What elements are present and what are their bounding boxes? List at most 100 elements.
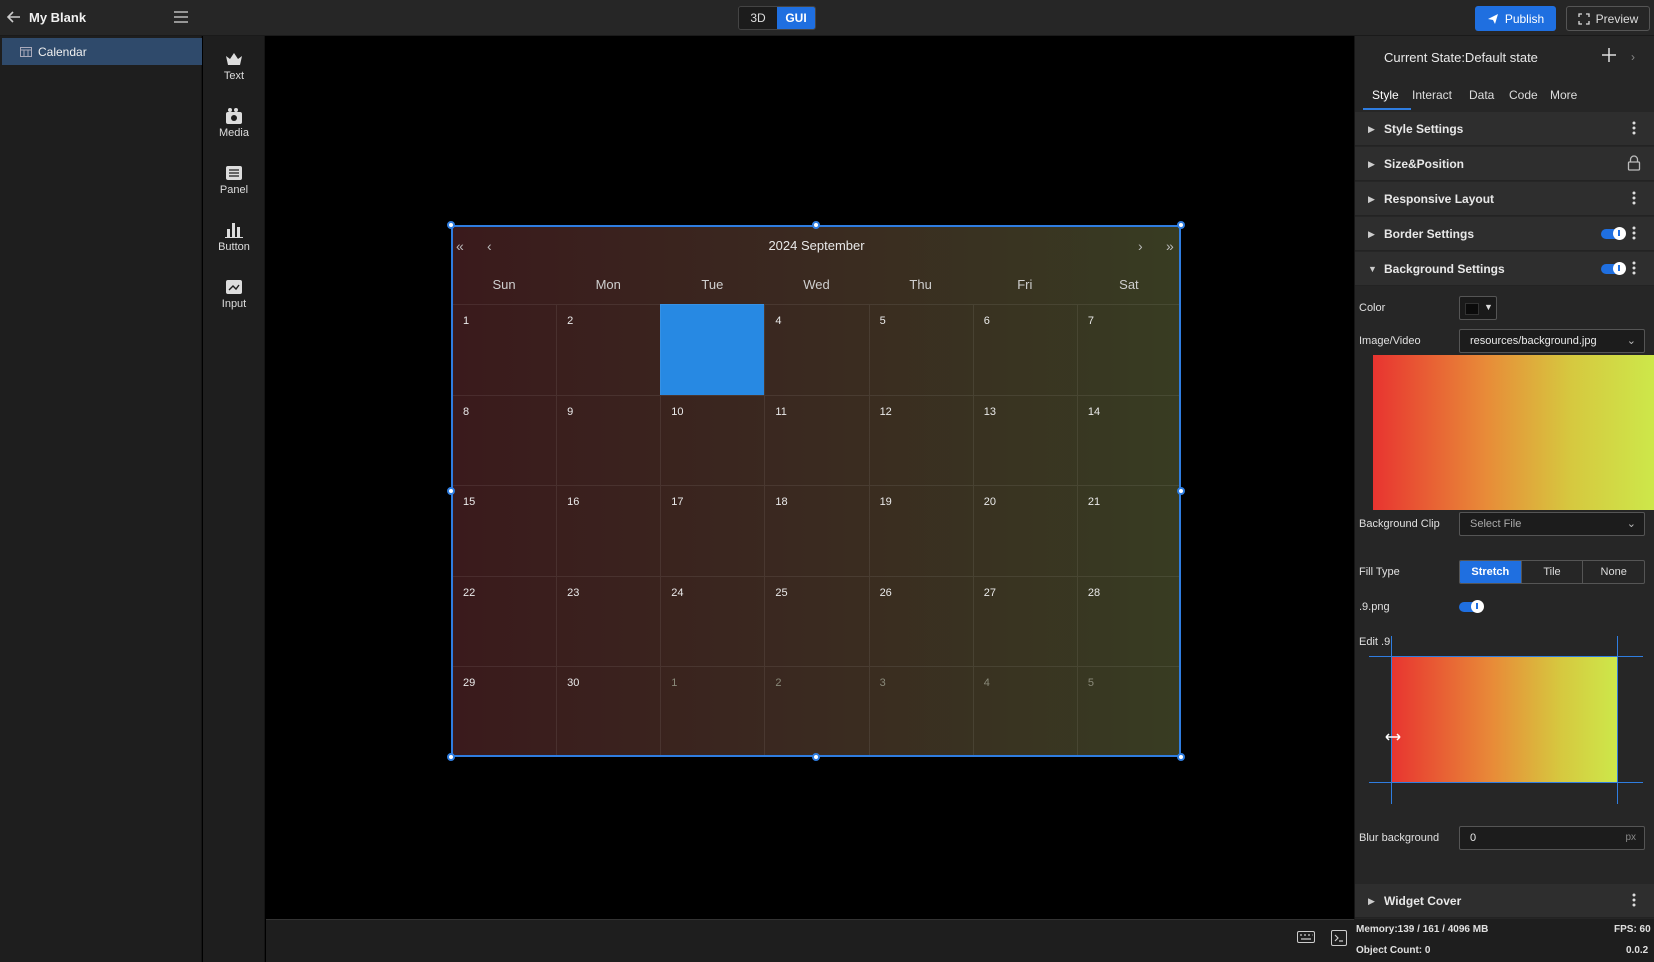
nine-guide-left[interactable]: [1391, 636, 1392, 804]
calendar-day[interactable]: 16: [556, 485, 661, 576]
tab-data[interactable]: Data: [1469, 88, 1494, 102]
fill-stretch-option[interactable]: Stretch: [1460, 561, 1521, 583]
more-vertical-icon[interactable]: [1632, 190, 1636, 206]
calendar-day[interactable]: 1: [452, 304, 557, 395]
calendar-day[interactable]: 22: [452, 575, 557, 667]
hamburger-menu-icon[interactable]: [173, 10, 189, 24]
fill-none-option[interactable]: None: [1582, 561, 1644, 583]
calendar-day[interactable]: 17: [660, 485, 765, 576]
calendar-day[interactable]: 11: [764, 394, 869, 486]
nine-guide-right[interactable]: [1617, 636, 1618, 804]
resize-handle-w[interactable]: [447, 487, 455, 495]
calendar-day[interactable]: 27: [972, 575, 1077, 667]
nine-guide-top[interactable]: [1369, 656, 1643, 657]
calendar-day[interactable]: 24: [660, 575, 765, 667]
color-picker[interactable]: ▼: [1459, 296, 1497, 320]
section-widget-cover[interactable]: ▶ Widget Cover: [1355, 884, 1654, 918]
more-vertical-icon[interactable]: [1632, 225, 1636, 241]
calendar-day[interactable]: 2: [764, 666, 869, 757]
calendar-day[interactable]: 2: [556, 304, 661, 395]
fill-tile-option[interactable]: Tile: [1520, 561, 1583, 583]
current-state-label[interactable]: Current State:Default state: [1384, 50, 1538, 65]
calendar-day[interactable]: 13: [972, 394, 1077, 486]
calendar-day[interactable]: 23: [556, 575, 661, 667]
canvas-status-bar: [266, 919, 1354, 962]
calendar-day[interactable]: 21: [1076, 485, 1181, 576]
tab-style[interactable]: Style: [1372, 88, 1399, 102]
layer-item-calendar[interactable]: Calendar: [2, 38, 202, 65]
calendar-day[interactable]: 6: [972, 304, 1077, 395]
calendar-day[interactable]: 28: [1076, 575, 1181, 667]
background-toggle[interactable]: [1601, 262, 1626, 275]
tab-more[interactable]: More: [1550, 88, 1577, 102]
keyboard-icon[interactable]: [1297, 930, 1315, 944]
next-month-icon[interactable]: ›: [1138, 238, 1143, 254]
calendar-day-selected[interactable]: [660, 304, 765, 395]
resize-handle-nw[interactable]: [447, 221, 455, 229]
terminal-icon[interactable]: [1331, 930, 1347, 946]
resize-handle-n[interactable]: [812, 221, 820, 229]
resize-handle-s[interactable]: [812, 753, 820, 761]
calendar-day[interactable]: 5: [868, 304, 973, 395]
lock-icon[interactable]: [1627, 155, 1641, 171]
calendar-day[interactable]: 30: [556, 666, 661, 757]
calendar-icon: [20, 47, 32, 57]
section-size-position[interactable]: ▶ Size&Position: [1355, 147, 1654, 181]
calendar-widget[interactable]: « ‹ 2024 September › » Sun Mon Tue Wed T…: [452, 226, 1181, 757]
tool-text[interactable]: Text: [203, 50, 265, 100]
tab-code[interactable]: Code: [1509, 88, 1538, 102]
tab-interact[interactable]: Interact: [1412, 88, 1452, 102]
calendar-day[interactable]: 12: [868, 394, 973, 486]
resize-handle-e[interactable]: [1177, 487, 1185, 495]
resize-handle-sw[interactable]: [447, 753, 455, 761]
mode-gui-button[interactable]: GUI: [777, 7, 815, 29]
next-year-icon[interactable]: »: [1166, 238, 1174, 254]
background-clip-select[interactable]: Select File ⌄: [1459, 512, 1645, 536]
calendar-day[interactable]: 7: [1076, 304, 1181, 395]
section-background-settings[interactable]: ▼ Background Settings: [1355, 252, 1654, 286]
calendar-day[interactable]: 20: [972, 485, 1077, 576]
section-responsive-layout[interactable]: ▶ Responsive Layout: [1355, 182, 1654, 216]
calendar-day[interactable]: 5: [1076, 666, 1181, 757]
more-vertical-icon[interactable]: [1632, 892, 1636, 908]
tool-button[interactable]: Button: [203, 221, 265, 271]
calendar-day[interactable]: 4: [764, 304, 869, 395]
resize-handle-se[interactable]: [1177, 753, 1185, 761]
mode-3d-button[interactable]: 3D: [739, 7, 777, 29]
calendar-day[interactable]: 3: [868, 666, 973, 757]
tool-media[interactable]: Media: [203, 107, 265, 157]
section-border-settings[interactable]: ▶ Border Settings: [1355, 217, 1654, 251]
calendar-day[interactable]: 14: [1076, 394, 1181, 486]
calendar-day[interactable]: 25: [764, 575, 869, 667]
section-style-settings[interactable]: ▶ Style Settings: [1355, 112, 1654, 146]
preview-button[interactable]: Preview: [1566, 6, 1650, 31]
nine-guide-bottom[interactable]: [1369, 782, 1643, 783]
calendar-day[interactable]: 26: [868, 575, 973, 667]
image-video-select[interactable]: resources/background.jpg ⌄: [1459, 329, 1645, 353]
calendar-day-grid: 1 2 4 5 6 7 8 9 10 11 12 13 14 15 16 17 18 19 20 21 22 23 24 25…: [452, 304, 1181, 757]
publish-button[interactable]: Publish: [1475, 6, 1556, 31]
chevron-right-icon[interactable]: ›: [1631, 50, 1635, 64]
border-toggle[interactable]: [1601, 227, 1626, 240]
nine-patch-editor[interactable]: [1369, 636, 1643, 804]
calendar-day[interactable]: 10: [660, 394, 765, 486]
resize-handle-ne[interactable]: [1177, 221, 1185, 229]
calendar-day[interactable]: 8: [452, 394, 557, 486]
back-arrow-icon[interactable]: [6, 9, 22, 25]
tool-input[interactable]: Input: [203, 278, 265, 328]
layers-panel: Calendar: [0, 36, 202, 962]
more-vertical-icon[interactable]: [1632, 120, 1636, 136]
add-state-icon[interactable]: [1601, 47, 1617, 63]
ninepng-toggle[interactable]: [1459, 600, 1484, 613]
blur-background-input[interactable]: 0 px: [1459, 826, 1645, 850]
calendar-day[interactable]: 18: [764, 485, 869, 576]
tool-panel[interactable]: Panel: [203, 164, 265, 214]
calendar-day[interactable]: 9: [556, 394, 661, 486]
background-image-preview: [1373, 355, 1654, 510]
calendar-day[interactable]: 29: [452, 666, 557, 757]
more-vertical-icon[interactable]: [1632, 260, 1636, 276]
calendar-day[interactable]: 19: [868, 485, 973, 576]
calendar-day[interactable]: 15: [452, 485, 557, 576]
calendar-day[interactable]: 1: [660, 666, 765, 757]
calendar-day[interactable]: 4: [972, 666, 1077, 757]
